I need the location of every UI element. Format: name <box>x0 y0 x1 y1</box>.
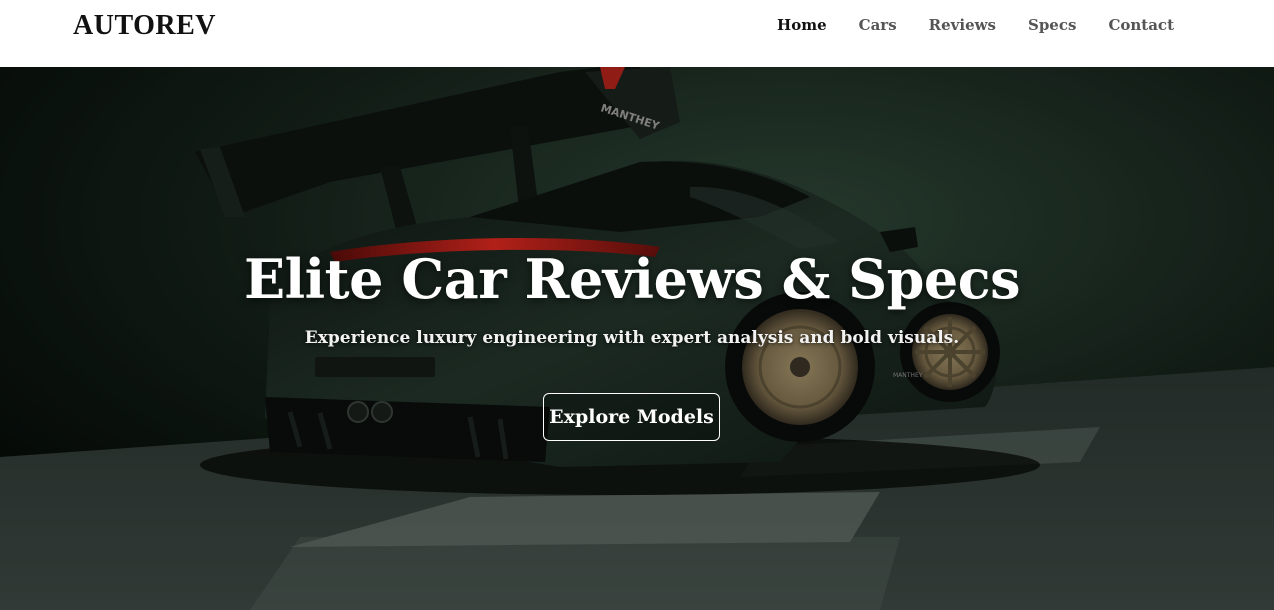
nav-home-link[interactable]: Home <box>777 16 827 34</box>
nav-contact-link[interactable]: Contact <box>1108 16 1174 34</box>
hero-subtitle: Experience luxury engineering with exper… <box>304 328 960 348</box>
nav-specs-link[interactable]: Specs <box>1028 16 1076 34</box>
hero-section: MANTHEY MANTHEY Elite Car Reviews & Spec… <box>0 67 1274 610</box>
nav-reviews-link[interactable]: Reviews <box>929 16 996 34</box>
main-nav: Home Cars Reviews Specs Contact <box>745 16 1174 34</box>
brand-logo[interactable]: AUTOREV <box>73 10 216 42</box>
top-navbar: AUTOREV Home Cars Reviews Specs Contact <box>0 0 1274 67</box>
nav-cars-link[interactable]: Cars <box>859 16 897 34</box>
explore-models-button[interactable]: Explore Models <box>543 393 720 441</box>
hero-title: Elite Car Reviews & Specs <box>243 247 1021 311</box>
